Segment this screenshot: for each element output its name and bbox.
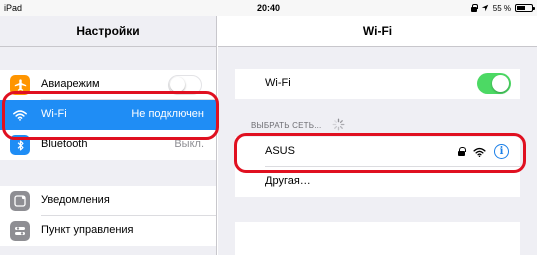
choose-network-header: ВЫБРАТЬ СЕТЬ... (251, 121, 322, 130)
status-bar: iPad 20:40 55 % (0, 0, 537, 16)
wifi-toggle[interactable] (477, 73, 511, 94)
sidebar-divider (0, 46, 216, 47)
sidebar-item-label: Авиарежим (41, 78, 100, 90)
status-time: 20:40 (257, 3, 281, 13)
battery-fill (517, 6, 525, 10)
wifi-toggle-row: Wi-Fi (235, 69, 520, 99)
status-right: 55 % (470, 2, 535, 14)
battery-percent: 55 % (492, 3, 511, 13)
settings-group-row (235, 222, 520, 255)
wifi-page-title: Wi-Fi (362, 24, 393, 38)
other-network-label: Другая… (265, 175, 311, 187)
toggle-knob (492, 75, 509, 92)
highlight-asus-network (234, 133, 526, 173)
battery-icon (515, 4, 535, 12)
highlight-wifi-item (2, 91, 219, 140)
wifi-toggle-label: Wi-Fi (265, 77, 291, 89)
location-arrow-icon (481, 4, 488, 12)
sidebar-item-label: Пункт управления (41, 224, 134, 236)
device-name: iPad (4, 3, 23, 13)
loading-spinner-icon (332, 118, 345, 131)
lock-icon (470, 4, 478, 12)
notifications-icon (10, 191, 30, 211)
sidebar-item-label: Уведомления (41, 194, 110, 206)
control-center-icon (10, 221, 30, 241)
sidebar-title: Настройки (76, 24, 140, 38)
toggle-knob (170, 77, 185, 92)
sidebar-item-control-center[interactable]: Пункт управления (0, 216, 216, 246)
sidebar-item-notifications[interactable]: Уведомления (0, 186, 216, 216)
